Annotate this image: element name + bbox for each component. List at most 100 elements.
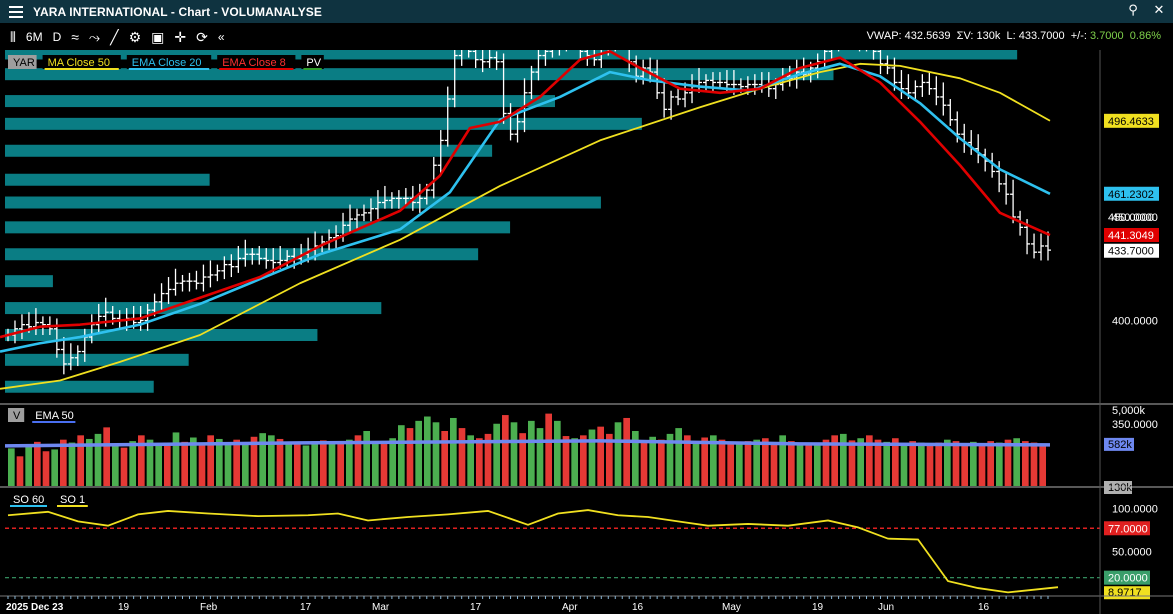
- legend-label: YAR: [13, 57, 35, 69]
- volume-bar: [458, 428, 466, 486]
- volume-bar: [727, 442, 734, 486]
- volume-bar: [961, 444, 968, 486]
- volume-bar: [788, 441, 795, 486]
- volume-bar: [692, 441, 700, 486]
- change-percent: 0.86%: [1129, 30, 1161, 42]
- last-value-label: 450.0000: [1108, 212, 1154, 224]
- volume-bar: [34, 441, 41, 486]
- volume-bar: [796, 444, 804, 486]
- volume-tick-max: 5,000k: [1112, 405, 1146, 417]
- price-tick-label: 400.0000: [1112, 316, 1158, 328]
- volume-last-label: 130k: [1108, 482, 1132, 494]
- interval-button[interactable]: D: [53, 29, 62, 45]
- time-tick-label: 17: [300, 602, 312, 613]
- volume-bar: [259, 433, 266, 486]
- profile-bar: [5, 95, 555, 108]
- profile-bar: [5, 196, 601, 209]
- profile-bar: [5, 353, 189, 366]
- volume-bar: [874, 439, 882, 486]
- volume-bar: [328, 444, 336, 486]
- chart-canvas[interactable]: 350.0000400.0000450.0000550.0000496.4633…: [0, 50, 1173, 614]
- volume-bar: [545, 413, 552, 486]
- collapse-toolbar-icon[interactable]: «: [218, 29, 225, 45]
- volume-bar: [120, 447, 128, 486]
- volume-bar: [918, 442, 925, 486]
- legend-label: PV: [306, 57, 321, 69]
- volume-bar: [389, 438, 396, 486]
- hamburger-menu-icon[interactable]: [9, 5, 23, 18]
- volume-bar: [753, 439, 760, 486]
- candlestick-type-icon[interactable]: ⫴: [10, 29, 16, 45]
- volume-bar: [493, 423, 500, 486]
- period-button[interactable]: 6M: [26, 29, 43, 45]
- vwap-value: VWAP: 432.5639: [866, 30, 951, 42]
- volume-bar: [94, 433, 102, 486]
- layout-icon[interactable]: ▣: [151, 29, 164, 45]
- volume-bar: [848, 440, 856, 486]
- last-value-label: 441.3049: [1108, 230, 1154, 242]
- time-tick-label: Jun: [878, 602, 894, 613]
- crosshair-icon[interactable]: ✛: [174, 29, 186, 45]
- profile-bar: [5, 173, 210, 186]
- volume-bar: [424, 416, 431, 486]
- profile-bar: [5, 302, 382, 315]
- volume-bar: [224, 442, 232, 486]
- volume-bar: [822, 439, 830, 486]
- link-icon[interactable]: ⚲: [1125, 2, 1141, 18]
- time-tick-label: Mar: [372, 602, 390, 613]
- volume-bar: [398, 425, 405, 486]
- legend-label: EMA Close 8: [222, 57, 286, 69]
- legend-label: EMA 50: [35, 410, 74, 422]
- legend-label: SO 1: [60, 494, 85, 506]
- volume-bar: [372, 441, 379, 486]
- volume-bar: [614, 422, 622, 486]
- volume-bar: [900, 444, 908, 486]
- so-tick-100: 100.0000: [1112, 503, 1158, 515]
- volume-bar: [536, 428, 544, 486]
- so-upper-label: 77.0000: [1108, 523, 1148, 535]
- profile-bar: [5, 248, 479, 261]
- volume-bar: [978, 444, 986, 486]
- refresh-icon[interactable]: ⟳: [196, 29, 208, 45]
- volume-bar: [302, 445, 310, 486]
- compare-icon[interactable]: ⤳: [89, 29, 100, 45]
- volume-bar: [337, 442, 344, 486]
- so-tick-50: 50.0000: [1112, 547, 1152, 559]
- volume-bar: [363, 430, 370, 486]
- volume-bar: [155, 445, 162, 486]
- volume-bar: [8, 448, 15, 486]
- draw-line-icon[interactable]: ╱: [110, 29, 118, 45]
- legend-label: MA Close 50: [48, 57, 110, 69]
- so-lower-label: 20.0000: [1108, 573, 1148, 585]
- change-value: 3.7000: [1090, 30, 1124, 42]
- volume-bar: [129, 441, 136, 486]
- title-bar: YARA INTERNATIONAL - Chart - VOLUMANALYS…: [0, 0, 1173, 23]
- time-tick-label: 2025 Dec 23: [6, 602, 64, 613]
- volume-bar: [198, 444, 206, 486]
- time-tick-label: 19: [118, 602, 130, 613]
- volume-bar: [406, 428, 414, 486]
- volume-bar: [762, 438, 769, 486]
- volume-bar: [16, 456, 24, 486]
- volume-bar: [233, 439, 240, 486]
- volume-bar: [294, 441, 301, 486]
- volume-bar: [103, 427, 110, 486]
- volume-bar: [346, 439, 353, 486]
- volume-bar: [441, 430, 448, 486]
- indicators-icon[interactable]: ≈: [71, 29, 79, 45]
- time-tick-label: 16: [978, 602, 990, 613]
- volume-bar: [736, 444, 743, 486]
- so-last-label: 8.9717: [1108, 587, 1142, 599]
- settings-icon[interactable]: ⚙: [129, 29, 142, 45]
- close-icon[interactable]: ✕: [1151, 2, 1167, 18]
- volume-bar: [68, 442, 76, 486]
- volume-bar: [42, 451, 50, 486]
- time-tick-label: May: [722, 602, 741, 613]
- volume-bar: [311, 441, 318, 486]
- profile-bar: [5, 380, 154, 393]
- volume-bar: [172, 432, 180, 486]
- window-title: YARA INTERNATIONAL - Chart - VOLUMANALYS…: [33, 4, 323, 19]
- last-price: L: 433.7000: [1006, 30, 1065, 42]
- legend-label: EMA Close 20: [132, 57, 202, 69]
- volume-bar: [1004, 439, 1012, 486]
